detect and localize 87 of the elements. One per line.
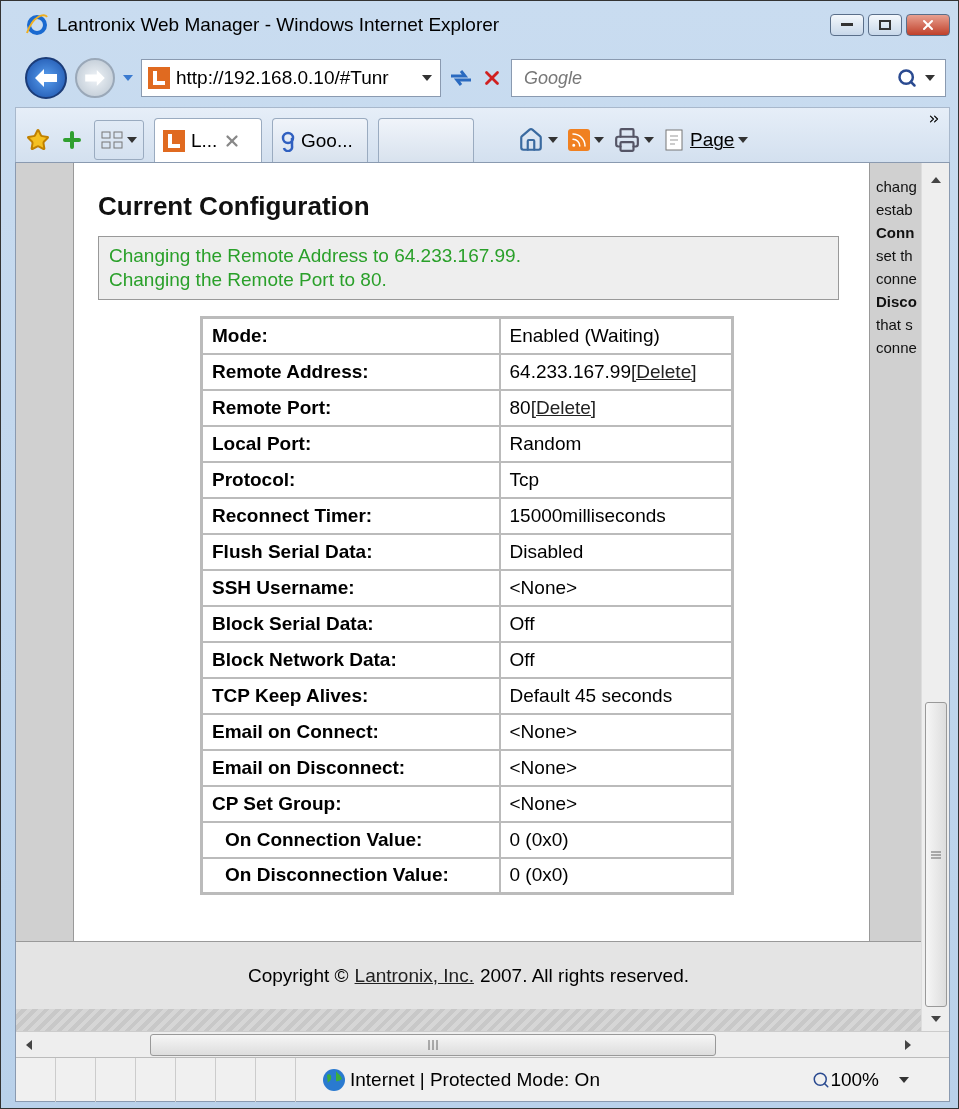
window-title: Lantronix Web Manager - Windows Internet Explorer — [57, 14, 501, 36]
setting-value: 80 — [509, 396, 531, 418]
zoom-level[interactable]: 100% — [830, 1068, 879, 1091]
close-button[interactable] — [906, 14, 950, 36]
scroll-thumb[interactable] — [150, 1033, 716, 1056]
setting-label-cell: TCP Keep Alives: — [201, 677, 500, 714]
close-icon — [920, 17, 936, 33]
google-g-icon — [281, 129, 295, 152]
setting-label-cell: On Connection Value: — [201, 821, 500, 858]
browser-logo-icon — [25, 13, 49, 37]
print-icon[interactable] — [614, 127, 640, 153]
forward-arrow-icon — [85, 70, 105, 86]
setting-label-cell: CP Set Group: — [201, 785, 500, 822]
globe-icon — [322, 1067, 346, 1092]
scroll-right-icon[interactable] — [905, 1039, 911, 1050]
setting-label-cell: Mode: — [201, 317, 500, 354]
setting-label-cell: Remote Address: — [201, 353, 500, 390]
more-tools-icon[interactable] — [927, 112, 941, 126]
help-text: Conn — [876, 223, 915, 243]
address-dropdown-icon[interactable] — [422, 75, 432, 81]
setting-label-cell: Reconnect Timer: — [201, 497, 500, 534]
history-dropdown-icon[interactable] — [123, 75, 133, 81]
page-dropdown-icon[interactable] — [738, 137, 749, 143]
site-logo-icon — [148, 67, 170, 89]
setting-label-cell: SSH Username: — [201, 569, 500, 606]
page-icon — [664, 128, 686, 152]
scroll-thumb[interactable] — [924, 702, 947, 1007]
horizontal-scrollbar[interactable] — [16, 1031, 949, 1057]
setting-label-cell: Flush Serial Data: — [201, 533, 500, 570]
copyright-text: Copyright © — [247, 964, 349, 987]
status-message: Changing the Remote Port to 80. — [109, 269, 388, 291]
maximize-icon — [879, 20, 891, 30]
setting-label-cell: Block Serial Data: — [201, 605, 500, 642]
scroll-down-icon[interactable] — [930, 1016, 941, 1022]
delete-link[interactable]: [Delete] — [631, 360, 697, 382]
vertical-scrollbar[interactable] — [921, 163, 949, 1031]
help-text: set th — [876, 246, 913, 266]
address-field[interactable]: http://192.168.0.10/#Tunr — [141, 59, 441, 97]
help-text: conne — [876, 269, 917, 289]
feeds-dropdown-icon[interactable] — [594, 137, 604, 143]
browser-tab[interactable]: L... — [154, 118, 262, 162]
refresh-icon[interactable] — [449, 68, 473, 88]
status-message: Changing the Remote Address to 64.233.167.99. — [109, 245, 522, 267]
grip-icon — [930, 850, 941, 859]
search-icon[interactable] — [897, 68, 917, 88]
help-text: Disco — [876, 292, 917, 312]
setting-label-cell: Block Network Data: — [201, 641, 500, 678]
scroll-up-icon[interactable] — [930, 177, 941, 183]
help-text: chang — [876, 177, 917, 197]
print-dropdown-icon[interactable] — [644, 137, 654, 143]
search-field[interactable]: Google — [511, 59, 946, 97]
site-logo-icon — [163, 129, 185, 152]
favorites-star-icon[interactable] — [26, 128, 50, 152]
help-text: estab — [876, 200, 913, 220]
tab-list-dropdown-icon[interactable] — [127, 137, 137, 143]
tab-label: L... — [191, 129, 218, 152]
copyright-text: 2007. All rights reserved. — [479, 964, 690, 987]
setting-value: 64.233.167.99 — [509, 360, 631, 382]
home-icon[interactable] — [518, 127, 544, 153]
home-dropdown-icon[interactable] — [548, 137, 558, 143]
back-button[interactable] — [25, 57, 67, 99]
setting-label-cell: Remote Port: — [201, 389, 500, 426]
maximize-button[interactable] — [868, 14, 902, 36]
address-text: http://192.168.0.10/#Tunr — [175, 67, 390, 89]
minimize-icon — [841, 23, 853, 27]
setting-label-cell: Email on Connect: — [201, 713, 500, 750]
tab-label: Goo... — [301, 129, 353, 152]
browser-tab[interactable]: Goo... — [272, 118, 368, 162]
page-menu[interactable]: Page — [664, 118, 749, 162]
minimize-button[interactable] — [830, 14, 864, 36]
company-link[interactable]: Lantronix, Inc. — [354, 964, 474, 987]
setting-label-cell: Local Port: — [201, 425, 500, 462]
grip-icon — [427, 1039, 439, 1050]
security-zone-text: Internet | Protected Mode: On — [350, 1068, 601, 1091]
setting-label-cell: Email on Disconnect: — [201, 749, 500, 786]
search-dropdown-icon[interactable] — [925, 75, 935, 81]
zoom-dropdown-icon[interactable] — [899, 1076, 909, 1083]
zoom-icon[interactable] — [812, 1070, 831, 1089]
setting-label-cell: Protocol: — [201, 461, 500, 498]
page-heading: Current Configuration — [98, 191, 371, 222]
grid-icon — [101, 131, 123, 149]
back-arrow-icon — [35, 69, 57, 87]
delete-link[interactable]: [Delete] — [530, 396, 597, 418]
scroll-left-icon[interactable] — [26, 1039, 32, 1050]
help-text: that s — [876, 315, 913, 335]
add-favorite-icon[interactable] — [60, 128, 84, 152]
help-text: conne — [876, 338, 917, 358]
